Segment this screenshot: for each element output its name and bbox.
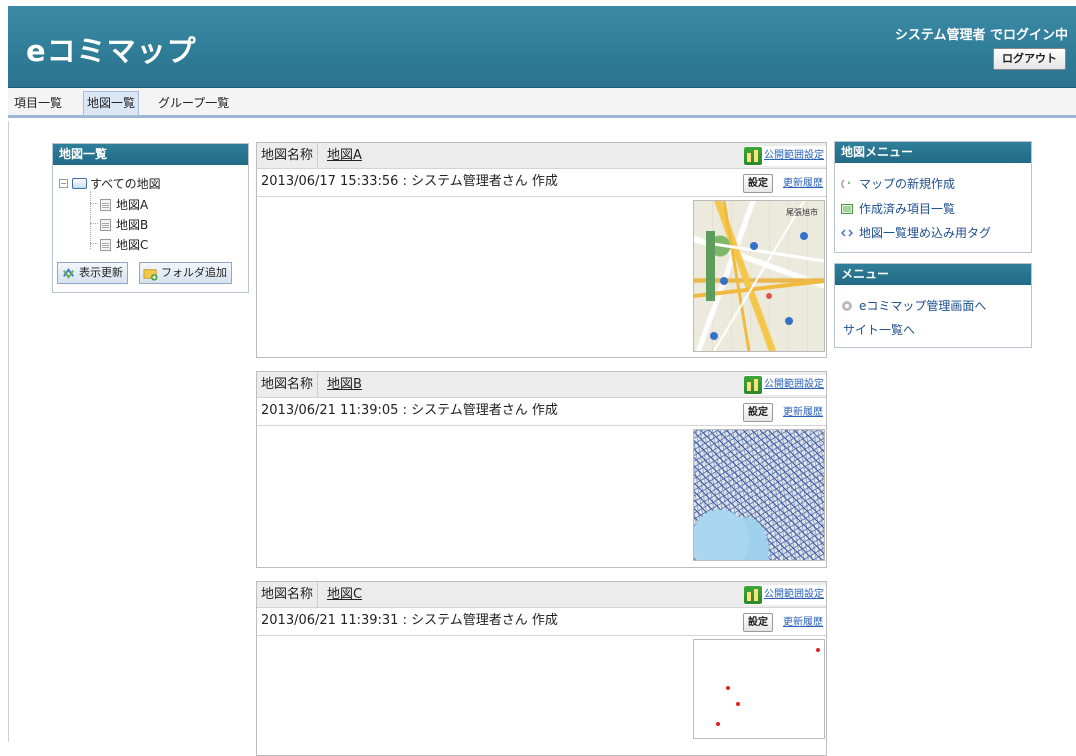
map-created-info: 2013/06/21 11:39:31 : システム管理者さん 作成 xyxy=(261,613,558,628)
tree-root[interactable]: − すべての地図 xyxy=(59,175,161,192)
content-frame-border xyxy=(8,121,9,742)
menu-new-map[interactable]: マップの新規作成 xyxy=(841,175,955,192)
menu-panel: メニュー eコミマップ管理画面へ サイト一覧へ xyxy=(834,263,1032,348)
publish-scope-icon xyxy=(744,376,762,394)
map-card-header: 地図名称 地図A 公開範囲設定 xyxy=(257,143,826,169)
tab-items[interactable]: 項目一覧 xyxy=(10,91,66,116)
new-map-icon xyxy=(841,178,850,189)
tree-guide-line xyxy=(90,223,98,224)
publish-settings-label: 公開範囲設定 xyxy=(764,589,824,600)
settings-button[interactable]: 設定 xyxy=(743,613,773,632)
publish-scope-icon xyxy=(744,586,762,604)
tree-item-label: 地図C xyxy=(116,238,149,252)
refresh-label: 表示更新 xyxy=(79,266,123,279)
map-name-link[interactable]: 地図C xyxy=(327,582,362,607)
menu-new-map-label: マップの新規作成 xyxy=(859,177,956,191)
map-card-c: 地図名称 地図C 公開範囲設定 2013/06/21 11:39:31 : シス… xyxy=(256,581,827,756)
tree-item-map-a[interactable]: 地図A xyxy=(100,196,148,213)
gear-icon xyxy=(842,300,852,311)
settings-button[interactable]: 設定 xyxy=(743,403,773,422)
tree-item-label: 地図B xyxy=(116,218,149,232)
add-folder-button[interactable]: フォルダ追加 xyxy=(139,262,232,284)
svg-text:尾張旭市: 尾張旭市 xyxy=(786,207,818,217)
refresh-button[interactable]: 表示更新 xyxy=(57,262,128,284)
logout-button[interactable]: ログアウト xyxy=(993,48,1066,70)
tree-item-label: 地図A xyxy=(116,198,149,212)
map-card-header: 地図名称 地図B 公開範囲設定 xyxy=(257,372,826,398)
map-name-label: 地図名称 xyxy=(257,143,319,168)
menu-site-list[interactable]: サイト一覧へ xyxy=(843,321,915,338)
map-card-b: 地図名称 地図B 公開範囲設定 2013/06/21 11:39:05 : シス… xyxy=(256,371,827,568)
map-created-info: 2013/06/17 15:33:56 : システム管理者さん 作成 xyxy=(261,174,558,189)
document-icon xyxy=(100,238,111,251)
menu-site-list-label: サイト一覧へ xyxy=(843,323,916,337)
tree-guide-line xyxy=(90,203,98,204)
menu-admin-screen[interactable]: eコミマップ管理画面へ xyxy=(841,297,986,314)
tree-root-label: すべての地図 xyxy=(90,177,161,191)
publish-settings-link[interactable]: 公開範囲設定 xyxy=(744,375,826,395)
map-tree: − すべての地図 地図A 地図B 地図C xyxy=(53,165,248,257)
document-icon xyxy=(100,218,111,231)
add-folder-icon xyxy=(143,268,158,281)
menu-embed-tag-label: 地図一覧埋め込み用タグ xyxy=(859,226,992,240)
tab-groups[interactable]: グループ一覧 xyxy=(154,91,233,116)
map-name-link[interactable]: 地図B xyxy=(327,372,362,397)
list-icon xyxy=(841,203,853,214)
main-nav: 項目一覧 地図一覧 グループ一覧 xyxy=(8,88,1076,118)
map-point xyxy=(716,722,720,726)
document-icon xyxy=(100,198,111,211)
map-tree-panel: 地図一覧 − すべての地図 地図A 地図B 地図C 表示更新 フォルダ追加 xyxy=(52,143,249,293)
map-name-label: 地図名称 xyxy=(257,582,319,607)
folder-icon xyxy=(72,178,87,189)
publish-scope-icon xyxy=(744,147,762,165)
map-name-link[interactable]: 地図A xyxy=(327,143,362,168)
map-tree-title: 地図一覧 xyxy=(53,144,248,165)
refresh-icon xyxy=(63,267,74,279)
history-link[interactable]: 更新履歴 xyxy=(783,174,823,193)
map-name-label: 地図名称 xyxy=(257,372,319,397)
menu-created-items-label: 作成済み項目一覧 xyxy=(859,202,956,216)
map-card-a: 地図名称 地図A 公開範囲設定 2013/06/17 15:33:56 : シス… xyxy=(256,142,827,358)
settings-button[interactable]: 設定 xyxy=(743,174,773,193)
street-map-overlay: 尾張旭市 xyxy=(693,200,825,352)
tree-item-map-c[interactable]: 地図C xyxy=(100,236,148,253)
history-link[interactable]: 更新履歴 xyxy=(783,403,823,422)
add-folder-label: フォルダ追加 xyxy=(161,266,227,279)
tree-guide-line xyxy=(90,243,98,244)
menu-admin-screen-label: eコミマップ管理画面へ xyxy=(859,299,987,313)
map-card-meta-row: 2013/06/21 11:39:05 : システム管理者さん 作成 設定 更新… xyxy=(257,398,826,426)
map-point xyxy=(726,686,730,690)
login-status: システム管理者 でログイン中 xyxy=(894,28,1068,43)
collapse-icon[interactable]: − xyxy=(59,179,68,188)
app-logo[interactable]: eコミマップ xyxy=(26,28,197,70)
publish-settings-label: 公開範囲設定 xyxy=(764,150,824,161)
map-card-meta-row: 2013/06/17 15:33:56 : システム管理者さん 作成 設定 更新… xyxy=(257,169,826,197)
map-menu-title: 地図メニュー xyxy=(835,142,1031,163)
map-thumbnail[interactable] xyxy=(693,429,825,561)
tree-item-map-b[interactable]: 地図B xyxy=(100,216,148,233)
map-card-header: 地図名称 地図C 公開範囲設定 xyxy=(257,582,826,608)
code-tag-icon xyxy=(841,229,853,236)
publish-settings-link[interactable]: 公開範囲設定 xyxy=(744,146,826,166)
map-thumbnail[interactable]: 尾張旭市 xyxy=(693,200,825,352)
map-menu-panel: 地図メニュー マップの新規作成 作成済み項目一覧 地図一覧埋め込み用タグ xyxy=(834,141,1032,253)
tree-guide-line xyxy=(90,191,91,249)
publish-settings-link[interactable]: 公開範囲設定 xyxy=(744,585,826,605)
menu-embed-tag[interactable]: 地図一覧埋め込み用タグ xyxy=(841,224,991,241)
publish-settings-label: 公開範囲設定 xyxy=(764,379,824,390)
menu-title: メニュー xyxy=(835,264,1031,285)
history-link[interactable]: 更新履歴 xyxy=(783,613,823,632)
map-created-info: 2013/06/21 11:39:05 : システム管理者さん 作成 xyxy=(261,403,558,418)
tab-maps[interactable]: 地図一覧 xyxy=(83,91,140,116)
app-header: eコミマップ システム管理者 でログイン中 ログアウト xyxy=(8,6,1076,88)
menu-created-items[interactable]: 作成済み項目一覧 xyxy=(841,200,955,217)
map-thumbnail[interactable] xyxy=(693,639,825,739)
map-point xyxy=(816,648,820,652)
map-point xyxy=(736,702,740,706)
map-card-meta-row: 2013/06/21 11:39:31 : システム管理者さん 作成 設定 更新… xyxy=(257,608,826,636)
